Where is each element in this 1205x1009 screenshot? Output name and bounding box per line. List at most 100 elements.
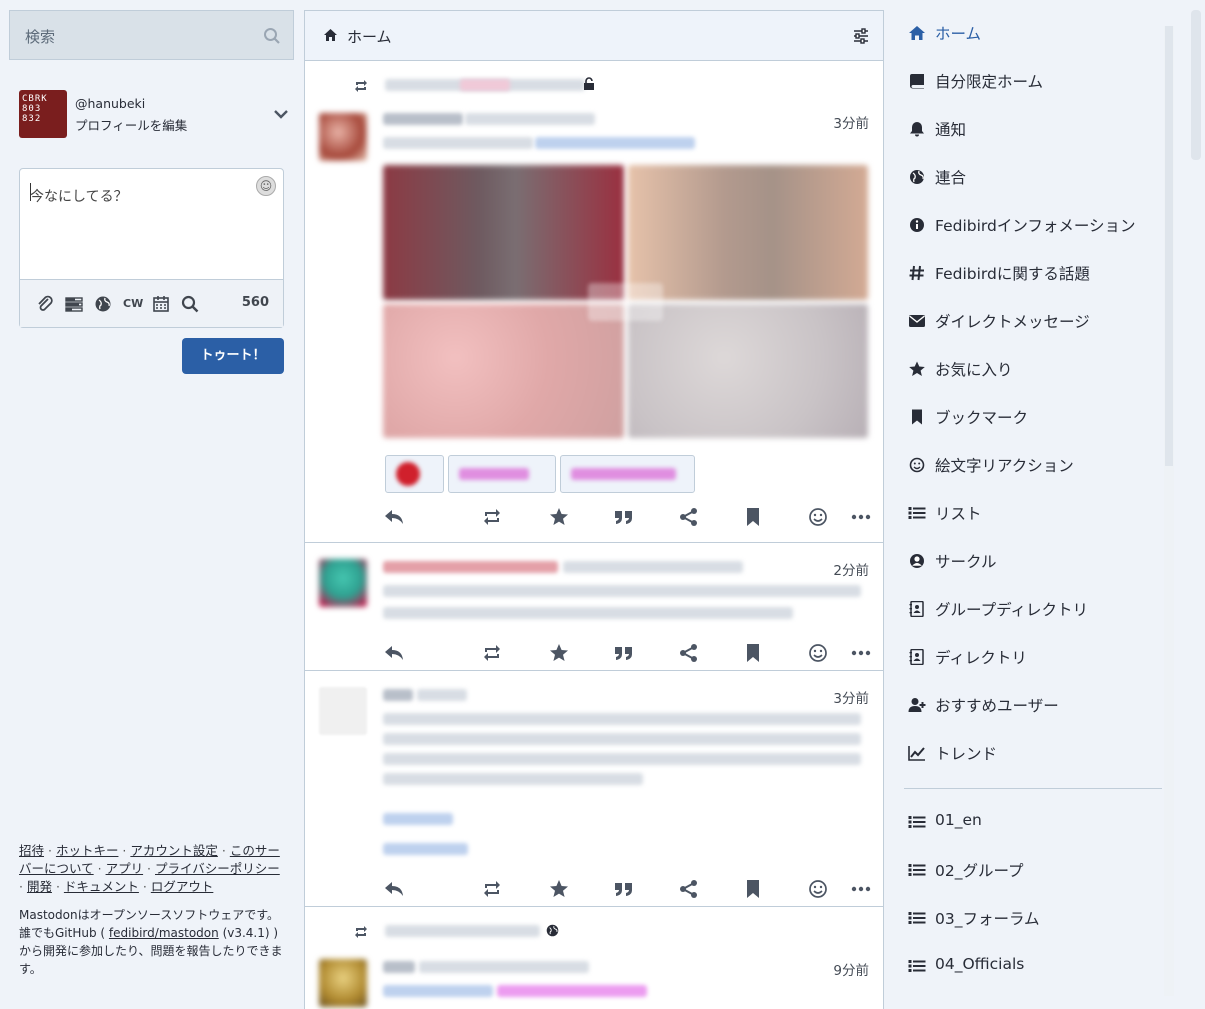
compose-textarea[interactable]: 今なにしてる？: [30, 186, 128, 206]
search-icon[interactable]: [263, 27, 281, 45]
nav-label: グループディレクトリ: [935, 601, 1088, 619]
boost-icon[interactable]: [481, 879, 503, 899]
share-icon[interactable]: [678, 643, 700, 663]
footer-link-apps[interactable]: アプリ: [106, 861, 144, 876]
poll-icon[interactable]: [65, 295, 83, 313]
reaction-blurred[interactable]: [448, 455, 556, 493]
favourite-star-icon[interactable]: [548, 643, 570, 663]
hashtag-blurred[interactable]: [383, 813, 453, 825]
status-timestamp[interactable]: 2分前: [833, 559, 869, 579]
avatar[interactable]: CBRK 803 832: [19, 90, 67, 138]
status-item[interactable]: 2分前: [305, 543, 883, 671]
media-thumbnail[interactable]: [383, 165, 624, 300]
hashtag-blurred[interactable]: [383, 843, 468, 855]
nav-label: Fedibirdに関する話題: [935, 265, 1090, 283]
column-header[interactable]: ホーム: [305, 11, 883, 61]
display-name-blurred[interactable]: [383, 689, 413, 701]
status-avatar[interactable]: [319, 687, 367, 735]
quote-icon[interactable]: [613, 879, 635, 899]
nav-scrollbar-thumb[interactable]: [1165, 26, 1173, 466]
emoji-reaction-icon[interactable]: [807, 643, 829, 663]
status-item[interactable]: 9分前: [305, 907, 883, 1009]
username-blurred: [419, 961, 589, 973]
footer-link-docs[interactable]: ドキュメント: [64, 879, 139, 894]
nav-label: 03_フォーラム: [935, 910, 1040, 928]
about-text: Mastodonはオープンソースソフトウェアです。誰でもGitHub ( fed…: [19, 906, 287, 978]
paperclip-icon[interactable]: [36, 295, 54, 313]
status-timestamp[interactable]: 9分前: [833, 959, 869, 979]
envelope-icon: [909, 315, 925, 327]
emoji-reaction-icon[interactable]: [807, 507, 829, 527]
github-repo-link[interactable]: fedibird/mastodon: [109, 926, 219, 940]
edit-profile-link[interactable]: プロフィールを編集: [75, 115, 187, 134]
share-icon[interactable]: [678, 879, 700, 899]
emoji-reaction-icon[interactable]: [807, 879, 829, 899]
boost-icon[interactable]: [481, 507, 503, 527]
status-action-bar: [383, 507, 873, 527]
status-timestamp[interactable]: 3分前: [833, 687, 869, 707]
more-options-icon[interactable]: [850, 879, 872, 899]
globe-icon[interactable]: [94, 295, 112, 313]
bookmark-icon[interactable]: [742, 879, 764, 899]
mention-blurred[interactable]: [383, 985, 493, 997]
footer-link-hotkeys[interactable]: ホットキー: [56, 843, 119, 858]
favourite-star-icon[interactable]: [548, 879, 570, 899]
share-icon[interactable]: [678, 507, 700, 527]
list-icon: [908, 960, 926, 972]
status-item[interactable]: 3分前: [305, 671, 883, 907]
nav-label: 自分限定ホーム: [935, 73, 1044, 91]
footer-link-privacy[interactable]: プライバシーポリシー: [155, 861, 280, 876]
bookmark-icon[interactable]: [742, 507, 764, 527]
media-thumbnail[interactable]: [628, 304, 868, 438]
status-link-blurred[interactable]: [535, 137, 695, 149]
status-item[interactable]: 3分前: [305, 61, 883, 543]
toot-button[interactable]: トゥート！: [182, 338, 284, 374]
booster-name-blurred: [385, 925, 540, 937]
footer-link-invite[interactable]: 招待: [19, 843, 44, 858]
status-avatar[interactable]: [319, 959, 367, 1007]
calendar-icon[interactable]: [152, 295, 170, 313]
reply-icon[interactable]: [383, 879, 405, 899]
page-scrollbar-thumb[interactable]: [1191, 10, 1201, 160]
sliders-icon[interactable]: [853, 28, 869, 44]
nav-label: 通知: [935, 121, 967, 139]
display-name-blurred[interactable]: [383, 113, 463, 125]
chevron-down-icon[interactable]: [273, 106, 289, 122]
favourite-star-icon[interactable]: [548, 507, 570, 527]
emoji-picker-icon[interactable]: ☺: [256, 176, 276, 196]
cw-button[interactable]: CW: [123, 295, 143, 313]
nav-label: リスト: [935, 505, 982, 523]
display-name-blurred[interactable]: [383, 961, 415, 973]
display-name-blurred[interactable]: [383, 561, 558, 573]
sensitive-overlay-button[interactable]: [588, 283, 663, 321]
search-input[interactable]: 検索: [25, 26, 55, 47]
search-icon[interactable]: [181, 295, 199, 313]
status-avatar[interactable]: [319, 559, 367, 607]
reaction-blurred[interactable]: [560, 455, 695, 493]
status-avatar[interactable]: [319, 113, 367, 161]
bookmark-icon[interactable]: [742, 643, 764, 663]
status-timestamp[interactable]: 3分前: [833, 112, 869, 132]
reply-icon[interactable]: [383, 507, 405, 527]
footer-link-logout[interactable]: ログアウト: [151, 879, 214, 894]
status-action-bar: [383, 643, 873, 663]
list-icon: [908, 912, 926, 924]
search-box[interactable]: 検索: [9, 10, 294, 60]
media-thumbnail[interactable]: [628, 165, 868, 300]
quote-icon[interactable]: [613, 507, 635, 527]
footer-link-account-settings[interactable]: アカウント設定: [130, 843, 218, 858]
page-scrollbar[interactable]: [1189, 10, 1203, 1000]
media-gallery: [383, 165, 868, 438]
quote-icon[interactable]: [613, 643, 635, 663]
reply-icon[interactable]: [383, 643, 405, 663]
nav-scrollbar[interactable]: [1164, 26, 1174, 996]
footer-link-develop[interactable]: 開発: [27, 879, 52, 894]
media-thumbnail[interactable]: [383, 304, 624, 438]
status-content-blurred: [497, 985, 647, 997]
more-options-icon[interactable]: [850, 643, 872, 663]
boost-icon[interactable]: [481, 643, 503, 663]
more-options-icon[interactable]: [850, 507, 872, 527]
reaction-heart[interactable]: [385, 455, 444, 493]
status-content-blurred: [383, 713, 861, 725]
star-icon: [909, 361, 925, 376]
